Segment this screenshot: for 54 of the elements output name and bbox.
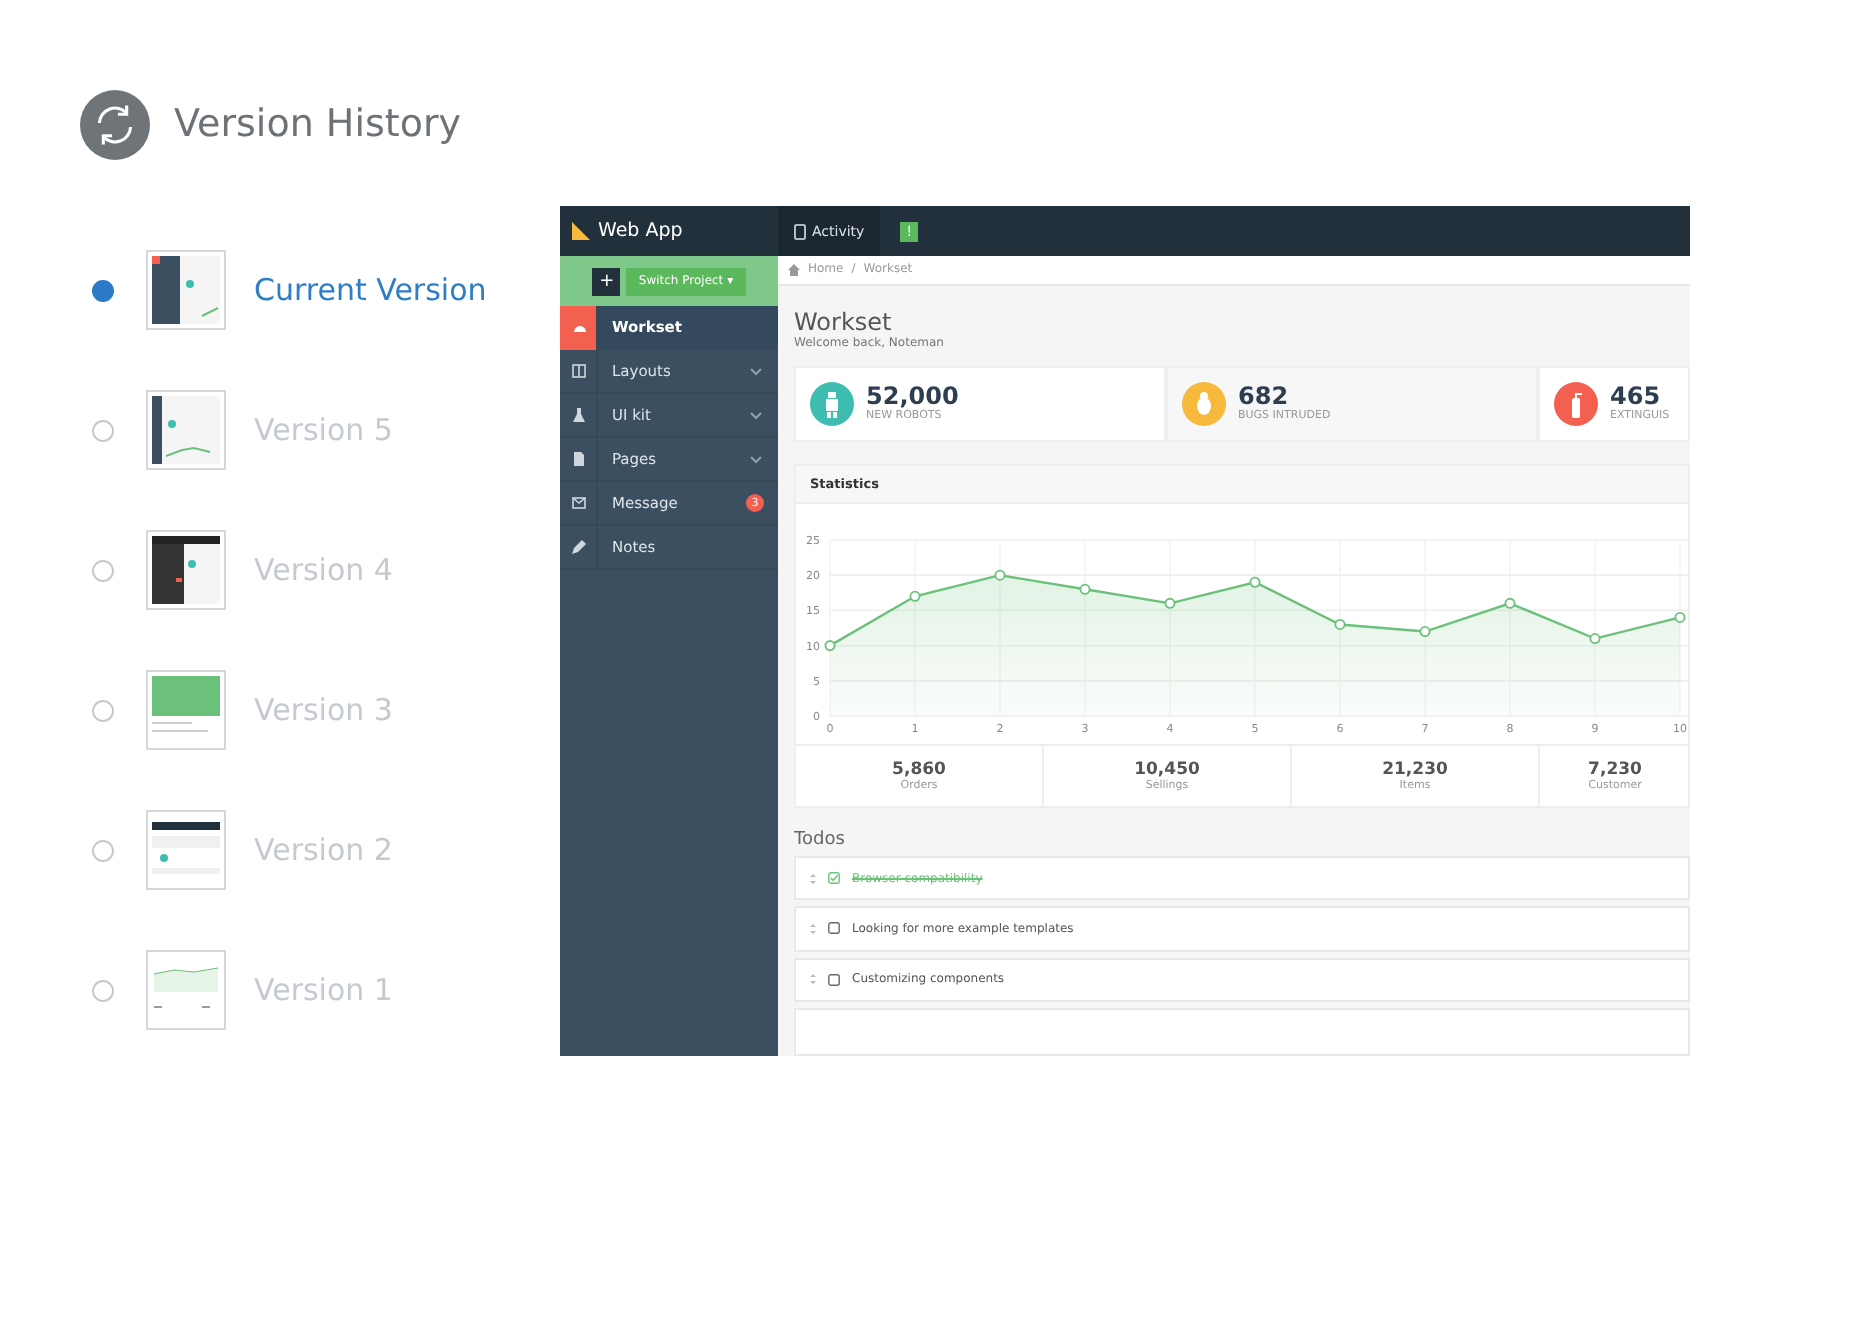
radio-button[interactable] (92, 419, 114, 441)
page-title: Version History (174, 102, 462, 146)
thumbnail-drawing[interactable] (146, 950, 226, 1030)
stat-value: 682 (1238, 384, 1289, 411)
chevron-down-icon[interactable] (750, 455, 762, 463)
file-icon (571, 452, 585, 466)
chevron-down-icon[interactable] (750, 367, 762, 375)
checkbox[interactable] (828, 973, 840, 986)
data-point (1419, 625, 1431, 637)
data-point (994, 568, 1006, 580)
data-point (1334, 618, 1346, 630)
drag-handle-icon[interactable] (810, 873, 816, 884)
summary-value: 10,450 (1134, 759, 1200, 780)
thumbnail-drawing[interactable] (146, 390, 226, 470)
pencil-icon (571, 540, 585, 554)
summary-value: 21,230 (1382, 759, 1448, 780)
thumbnail-drawing[interactable] (146, 250, 226, 330)
data-point (1589, 632, 1601, 644)
refresh-icon (80, 89, 150, 159)
phone-icon (794, 223, 806, 239)
summary-value: 7,230 (1588, 759, 1642, 780)
chevron-down-icon[interactable] (750, 411, 762, 419)
drag-handle-icon[interactable] (810, 974, 816, 985)
data-point (1164, 597, 1176, 609)
radio-button[interactable] (92, 559, 114, 581)
version-label[interactable]: Current Version (254, 272, 487, 308)
drag-handle-icon[interactable] (810, 923, 816, 934)
page-heading: Workset (792, 305, 894, 336)
stat-value: 52,000 (866, 384, 959, 411)
data-point (1249, 576, 1261, 587)
thumbnail-drawing[interactable] (146, 670, 226, 750)
radio-button[interactable] (92, 699, 114, 721)
thumbnail-drawing[interactable] (146, 810, 226, 890)
home-icon (788, 263, 800, 276)
radio-button[interactable] (92, 979, 114, 1001)
summary-value: 5,860 (892, 759, 946, 780)
stat-value: 465 (1610, 384, 1661, 411)
data-point (1504, 597, 1516, 609)
data-point (1079, 583, 1091, 595)
columns-icon (571, 364, 585, 378)
data-point (909, 590, 921, 602)
checkbox[interactable] (828, 872, 840, 885)
thumbnail-drawing[interactable] (146, 530, 226, 610)
radio-button[interactable] (92, 839, 114, 861)
envelope-icon (571, 496, 585, 510)
add-button[interactable]: + (592, 267, 621, 295)
app-title: Web App (598, 220, 683, 242)
flask-icon (571, 408, 585, 422)
triangle-logo-icon (572, 222, 590, 240)
gauge-icon (571, 320, 585, 334)
checkbox[interactable] (828, 922, 840, 935)
section-title: Todos (792, 828, 847, 855)
radio-button[interactable] (92, 279, 114, 301)
data-point (824, 639, 836, 651)
